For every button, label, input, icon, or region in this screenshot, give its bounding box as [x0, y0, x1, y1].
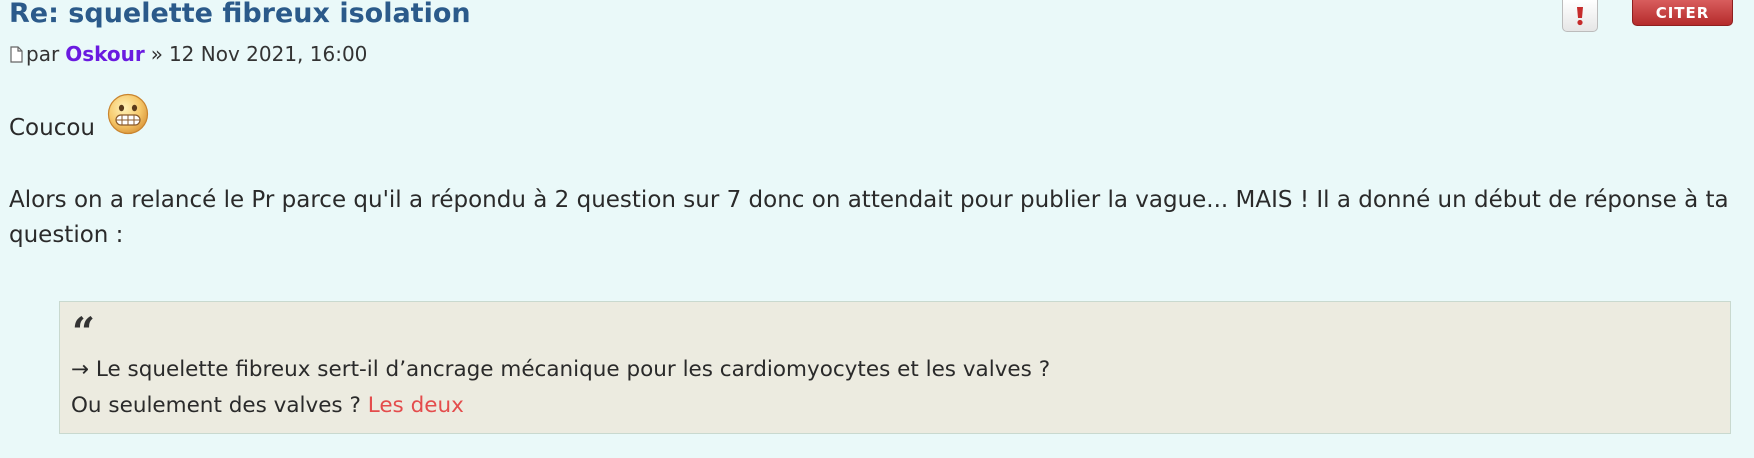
grin-smiley-icon	[107, 93, 149, 135]
quote-mark-icon: “	[72, 309, 96, 356]
post-meta: par Oskour » 12 Nov 2021, 16:00	[10, 42, 367, 66]
quote-answer: Les deux	[367, 393, 464, 418]
quote-line-1: → Le squelette fibreux sert-il d’ancrage…	[71, 357, 1051, 382]
quote-button[interactable]: CITER	[1632, 0, 1733, 26]
by-label: par	[26, 42, 60, 66]
quote-text: → Le squelette fibreux sert-il d’ancrage…	[71, 352, 1718, 424]
quote-question: Ou seulement des valves ?	[71, 393, 361, 418]
meta-separator: »	[150, 42, 163, 66]
post-paragraph: Alors on a relancé le Pr parce qu'il a r…	[9, 187, 1729, 248]
report-button[interactable]	[1562, 0, 1598, 32]
quote-block: “ → Le squelette fibreux sert-il d’ancra…	[59, 301, 1731, 434]
post-title[interactable]: Re: squelette fibreux isolation	[9, 0, 471, 29]
exclamation-icon	[1577, 6, 1583, 25]
document-icon	[10, 45, 23, 63]
quote-line-2: Ou seulement des valves ? Les deux	[71, 388, 1718, 424]
greeting-text: Coucou	[9, 115, 96, 141]
greeting-line: Coucou	[9, 93, 149, 141]
author-link[interactable]: Oskour	[65, 42, 145, 66]
post-date: 12 Nov 2021, 16:00	[168, 42, 368, 66]
